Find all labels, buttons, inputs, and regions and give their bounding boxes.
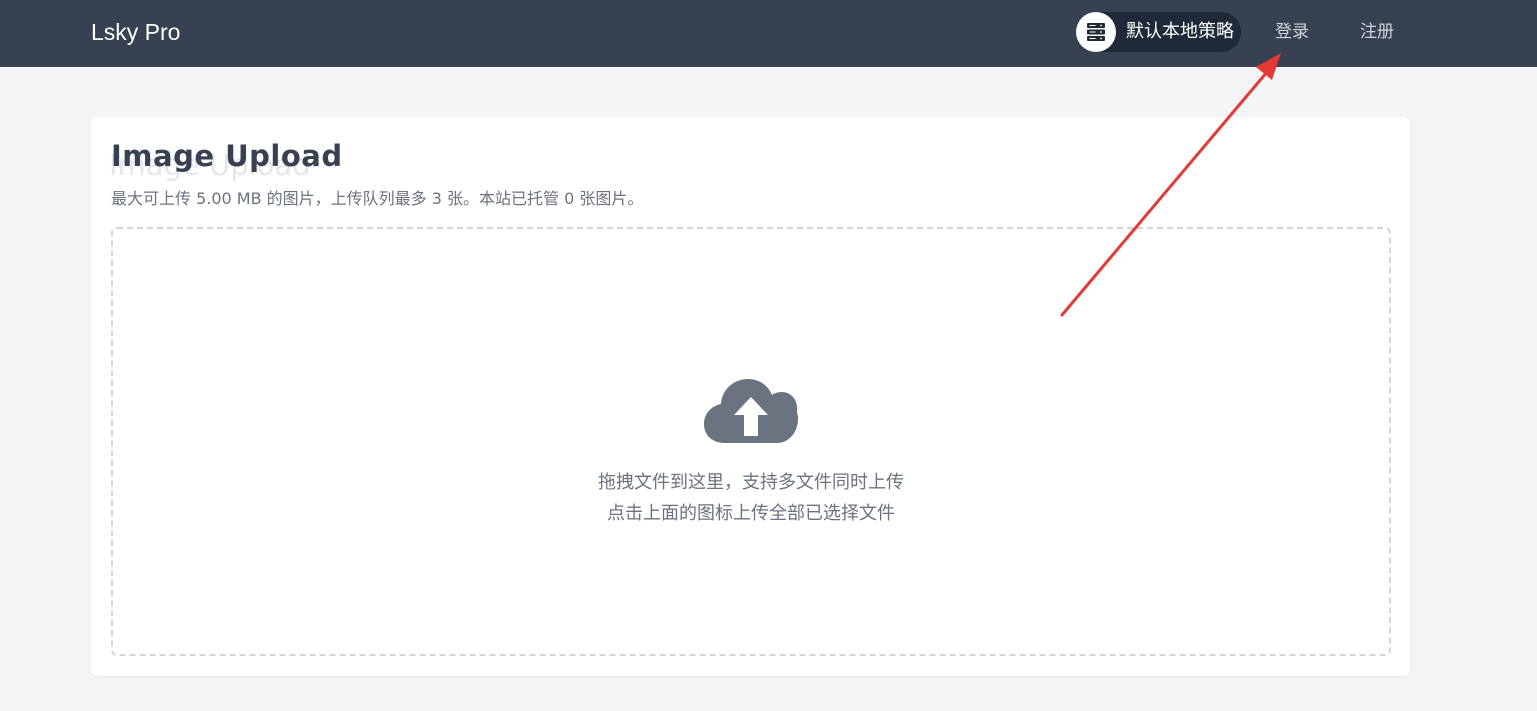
- brand-logo-text[interactable]: Lsky Pro: [91, 16, 180, 48]
- upload-card: Image Upload Image Upload 最大可上传 5.00 MB …: [91, 117, 1410, 676]
- top-navigation-bar: Lsky Pro 默认本地策略 登录 注册: [0, 0, 1537, 67]
- dropzone-content: 拖拽文件到这里，支持多文件同时上传 点击上面的图标上传全部已选择文件: [113, 229, 1389, 654]
- login-link[interactable]: 登录: [1275, 21, 1309, 43]
- server-icon: [1076, 12, 1116, 52]
- upload-dropzone[interactable]: 拖拽文件到这里，支持多文件同时上传 点击上面的图标上传全部已选择文件: [111, 227, 1391, 656]
- storage-strategy-label: 默认本地策略: [1126, 21, 1234, 42]
- page-title: Image Upload: [111, 139, 343, 173]
- upload-limits-text: 最大可上传 5.00 MB 的图片，上传队列最多 3 张。本站已托管 0 张图片…: [111, 189, 644, 208]
- dropzone-hint-drag: 拖拽文件到这里，支持多文件同时上传: [598, 472, 904, 493]
- storage-strategy-selector[interactable]: 默认本地策略: [1076, 12, 1241, 52]
- cloud-upload-icon[interactable]: [703, 377, 799, 447]
- dropzone-hint-click: 点击上面的图标上传全部已选择文件: [607, 503, 895, 524]
- register-link[interactable]: 注册: [1360, 21, 1394, 43]
